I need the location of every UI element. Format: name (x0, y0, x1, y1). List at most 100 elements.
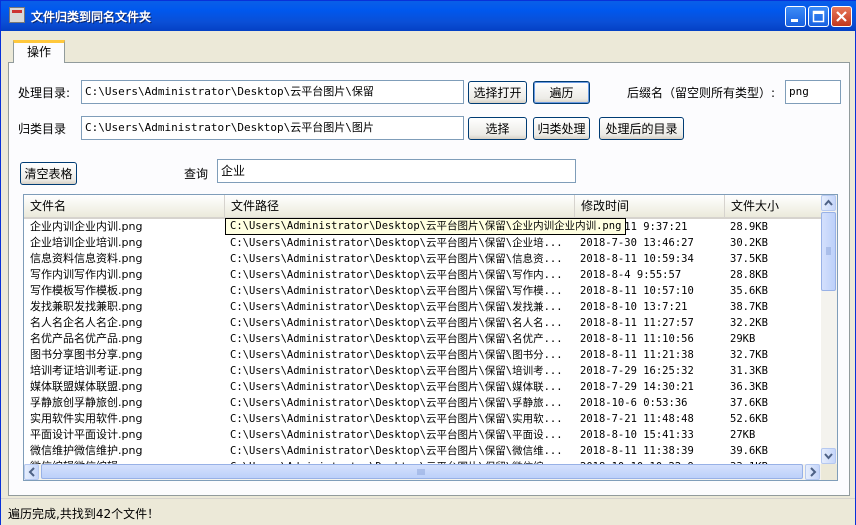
classify-dir-label: 归类目录 (18, 122, 67, 136)
process-dir-input[interactable]: C:\Users\Administrator\Desktop\云平台图片\保留 (81, 80, 464, 104)
modified-time-cell: 2018-8-11 11:27:57 (580, 317, 694, 329)
file-name-cell: 媒体联盟媒体联盟.png (30, 380, 143, 393)
modified-time-cell: 2018-8-10 15:41:33 (580, 429, 694, 441)
suffix-label: 后缀名（留空则所有类型）: (627, 86, 776, 100)
file-name-cell: 企业培训企业培训.png (30, 236, 143, 249)
query-input[interactable]: 企业 (217, 159, 576, 183)
file-size-cell: 28.9KB (730, 221, 768, 233)
file-name-cell: 孚静旅创孚静旅创.png (30, 396, 143, 409)
modified-time-cell: 2018-8-11 11:38:39 (580, 445, 694, 457)
grip-icon (826, 247, 831, 255)
horizontal-scroll-thumb[interactable] (41, 464, 803, 479)
table-row[interactable]: 实用软件实用软件.png C:\Users\Administrator\Deskt… (24, 411, 821, 427)
table-row[interactable]: 图书分享图书分享.png C:\Users\Administrator\Deskt… (24, 347, 821, 363)
table-row[interactable]: 写作模板写作模板.png C:\Users\Administrator\Deskt… (24, 283, 821, 299)
file-path-cell: C:\Users\Administrator\Desktop\云平台图片\保留\… (230, 413, 563, 425)
processed-dir-button[interactable]: 处理后的目录 (599, 117, 684, 140)
file-size-cell: 52.6KB (730, 413, 768, 425)
table-row[interactable]: 孚静旅创孚静旅创.png C:\Users\Administrator\Deskt… (24, 395, 821, 411)
file-name-cell: 培训考证培训考证.png (30, 364, 143, 377)
query-label: 查询 (184, 167, 209, 181)
clear-table-button[interactable]: 清空表格 (20, 162, 77, 185)
file-path-cell: C:\Users\Administrator\Desktop\云平台图片\保留\… (230, 429, 563, 441)
classify-dir-input[interactable]: C:\Users\Administrator\Desktop\云平台图片\图片 (81, 116, 464, 140)
minimize-icon (791, 19, 798, 22)
modified-time-cell: 2018-8-11 10:59:34 (580, 253, 694, 265)
table-row[interactable]: 培训考证培训考证.png C:\Users\Administrator\Deskt… (24, 363, 821, 379)
app-icon (9, 7, 25, 23)
file-path-cell: C:\Users\Administrator\Desktop\云平台图片\保留\… (230, 269, 563, 281)
horizontal-scrollbar[interactable] (24, 464, 821, 480)
arrow-left-icon (28, 467, 35, 477)
file-size-cell: 27KB (730, 429, 756, 441)
modified-time-cell: 2018-7-21 11:48:48 (580, 413, 694, 425)
file-size-cell: 35.6KB (730, 285, 768, 297)
tab-operation[interactable]: 操作 (13, 40, 65, 63)
table-row[interactable]: 平面设计平面设计.png C:\Users\Administrator\Deskt… (24, 427, 821, 443)
file-size-cell: 39.6KB (730, 445, 768, 457)
file-size-cell: 30.2KB (730, 237, 768, 249)
suffix-input[interactable]: png (785, 80, 841, 104)
arrow-right-icon (810, 467, 817, 477)
minimize-button[interactable] (785, 6, 806, 27)
scroll-up-button[interactable] (821, 195, 836, 211)
table-row[interactable]: 信息资料信息资料.png C:\Users\Administrator\Deskt… (24, 251, 821, 267)
classify-button[interactable]: 归类处理 (533, 117, 590, 140)
table-row[interactable]: 发找兼职发找兼职.png C:\Users\Administrator\Deskt… (24, 299, 821, 315)
traverse-button[interactable]: 遍历 (533, 81, 590, 104)
close-button[interactable] (831, 6, 852, 27)
file-name-cell: 图书分享图书分享.png (30, 348, 143, 361)
file-path-cell: C:\Users\Administrator\Desktop\云平台图片\保留\… (230, 349, 563, 361)
column-header-name[interactable]: 文件名 (24, 195, 225, 217)
file-name-cell: 实用软件实用软件.png (30, 412, 143, 425)
file-name-cell: 写作内训写作内训.png (30, 268, 143, 281)
file-size-cell: 28.8KB (730, 269, 768, 281)
table-row[interactable]: 企业培训企业培训.png C:\Users\Administrator\Deskt… (24, 235, 821, 251)
table-row[interactable]: 微信维护微信维护.png C:\Users\Administrator\Deskt… (24, 443, 821, 459)
select-open-button[interactable]: 选择打开 (468, 81, 527, 104)
file-path-cell: C:\Users\Administrator\Desktop\云平台图片\保留\… (230, 301, 563, 313)
arrow-up-icon (824, 199, 833, 206)
file-size-cell: 32.2KB (730, 317, 768, 329)
file-path-cell: C:\Users\Administrator\Desktop\云平台图片\保留\… (230, 333, 563, 345)
maximize-icon (812, 10, 825, 23)
select-button[interactable]: 选择 (468, 117, 527, 140)
path-tooltip: C:\Users\Administrator\Desktop\云平台图片\保留\… (225, 218, 627, 235)
modified-time-cell: 2018-10-6 0:53:36 (580, 397, 688, 409)
process-dir-label: 处理目录: (18, 86, 71, 100)
vertical-scrollbar[interactable] (821, 195, 837, 464)
column-header-size[interactable]: 文件大小 (725, 195, 821, 217)
file-size-cell: 31.3KB (730, 365, 768, 377)
file-size-cell: 36.3KB (730, 381, 768, 393)
file-path-cell: C:\Users\Administrator\Desktop\云平台图片\保留\… (230, 397, 563, 409)
scroll-down-button[interactable] (821, 448, 836, 464)
status-bar: 遍历完成,共找到42个文件！ (1, 498, 855, 525)
vertical-scroll-thumb[interactable] (821, 212, 836, 291)
table-row[interactable]: 名优产品名优产品.png C:\Users\Administrator\Deskt… (24, 331, 821, 347)
file-list-view[interactable]: 文件名 文件路径 修改时间 文件大小 企业内训企业内训.png C:\Users\… (23, 194, 838, 481)
file-size-cell: 37.5KB (730, 253, 768, 265)
scroll-left-button[interactable] (24, 464, 39, 480)
table-row[interactable]: 写作内训写作内训.png C:\Users\Administrator\Deskt… (24, 267, 821, 283)
modified-time-cell: 2018-7-29 16:25:32 (580, 365, 694, 377)
modified-time-cell: 2018-8-11 11:10:56 (580, 333, 694, 345)
file-name-cell: 发找兼职发找兼职.png (30, 300, 143, 313)
scroll-corner (821, 464, 837, 480)
file-name-cell: 企业内训企业内训.png (30, 220, 143, 233)
modified-time-cell: 2018-8-11 11:21:38 (580, 349, 694, 361)
table-row[interactable]: 媒体联盟媒体联盟.png C:\Users\Administrator\Deskt… (24, 379, 821, 395)
modified-time-cell: 2018-8-4 9:55:57 (580, 269, 682, 281)
scroll-right-button[interactable] (805, 464, 820, 480)
table-row[interactable]: 名人名企名人名企.png C:\Users\Administrator\Deskt… (24, 315, 821, 331)
column-header-time[interactable]: 修改时间 (575, 195, 725, 217)
file-path-cell: C:\Users\Administrator\Desktop\云平台图片\保留\… (230, 285, 563, 297)
file-name-cell: 名优产品名优产品.png (30, 332, 143, 345)
column-header-path[interactable]: 文件路径 (225, 195, 575, 217)
status-text: 遍历完成,共找到42个文件！ (8, 507, 160, 521)
title-bar[interactable]: 文件归类到同名文件夹 (1, 1, 856, 31)
file-path-cell: C:\Users\Administrator\Desktop\云平台图片\保留\… (230, 365, 563, 377)
grip-icon (417, 469, 425, 475)
close-icon (836, 11, 847, 22)
file-size-cell: 29KB (730, 333, 756, 345)
maximize-button[interactable] (808, 6, 829, 27)
